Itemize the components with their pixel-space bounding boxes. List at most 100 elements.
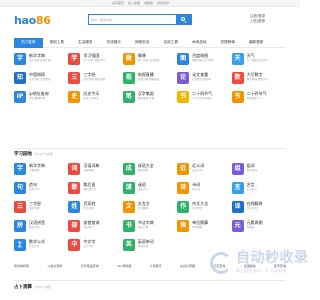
site-card[interactable]: 组组词 组词查询 (231, 160, 286, 179)
site-icon: 英 (122, 239, 135, 251)
site-card[interactable]: 书书法字典 书法字体 (122, 217, 177, 236)
tab-3[interactable]: 在线娱乐 (100, 38, 129, 48)
site-desc: 学习平台 在线学习 (83, 59, 105, 62)
site-card[interactable]: 言名言 名人名言 (231, 179, 286, 198)
site-icon: 近 (177, 163, 190, 175)
site-card[interactable]: 节二十四节气 中国传统 节气 (231, 88, 286, 107)
site-card[interactable]: 三三字经 国学经典 启蒙读物 (68, 69, 122, 88)
site-card[interactable]: 天天气 天气预报 实时天气 (231, 50, 286, 69)
tab-8[interactable]: 最新更新 (242, 38, 271, 48)
site-card[interactable]: 歇歇后语 歇后语大全 (68, 179, 122, 198)
site-card[interactable]: 部部首查询 部首检字 (68, 217, 122, 236)
site-icon: 部 (68, 220, 81, 232)
site-card[interactable]: 诗诗词 古诗词 (177, 179, 231, 198)
watermark-subtitle: 做上链接 来访一次 自动收录 (236, 268, 287, 273)
site-card[interactable]: 节二十四节气 节气大全 时间表 (177, 88, 231, 107)
text-link[interactable]: 火星文转换 (47, 264, 62, 268)
tab-7[interactable]: 热搜榜单 (214, 38, 243, 48)
top-link[interactable]: 设为首页 (112, 1, 124, 5)
top-link[interactable]: 电脑版 (144, 1, 153, 5)
site-card[interactable]: 知中国知网 学术文献 论文检索 (14, 69, 68, 88)
site-card[interactable]: 句造句 造句大全 (14, 179, 68, 198)
site-icon: 译 (231, 201, 244, 213)
site-icon: 拼 (14, 220, 26, 232)
tab-0[interactable]: 热门推荐 (14, 38, 43, 48)
site-desc: 古诗词 (192, 188, 200, 191)
text-link[interactable]: 大写数字 (150, 264, 162, 268)
site-card[interactable]: 英英语单词 单词查询 (122, 236, 177, 255)
top-link[interactable]: 加入收藏 (128, 1, 140, 5)
site-desc: 词语查询 (83, 169, 94, 172)
site-desc: 书法字体 (137, 226, 149, 229)
site-logo[interactable]: hao86 (14, 14, 51, 27)
site-card[interactable]: 词汉语词典 词语查询 (68, 160, 122, 179)
site-title: 新华字典 (29, 53, 45, 58)
site-card[interactable]: 文文言文 文言翻译 (122, 198, 177, 217)
site-title: 歇后语 (83, 182, 96, 187)
site-card[interactable]: 视电视直播 在线直播 电视频道 (122, 69, 177, 88)
site-card[interactable]: 史历史今天 历史上的今天 (68, 88, 122, 107)
site-icon: 微 (122, 53, 135, 65)
site-card[interactable]: ∑ 数学公式 公式大全 (14, 236, 68, 255)
site-title: 百家姓 (83, 201, 96, 206)
tab-1[interactable]: 常用工具 (43, 38, 72, 48)
text-link[interactable]: 繁简体转换 (14, 264, 29, 268)
site-title: 英语单词 (137, 239, 154, 244)
site-desc: 文言翻译 (137, 207, 149, 210)
site-card[interactable]: 论论文查重 论文检测 重复率 (177, 69, 231, 88)
site-card[interactable]: 图百度地图 地图导航 出行查询 (177, 50, 231, 69)
site-card[interactable]: 微微博 热门话题 实时热搜 (122, 50, 177, 69)
site-card[interactable]: 笔汉字笔画 笔画笔顺 查询 (122, 88, 177, 107)
text-link[interactable]: abc转换器 (117, 264, 131, 268)
site-desc: 近反义词 (192, 169, 203, 172)
site-card[interactable]: 成成语大全 成语查询 (122, 160, 177, 179)
site-desc: IP 归属地查询 (29, 97, 46, 100)
top-link[interactable]: 商务合作 (157, 1, 169, 5)
tools-title: 占卜测算 (14, 285, 32, 290)
site-desc: 汉字查询 在线字典 (29, 59, 51, 62)
tools-count: 共52个资源 (35, 285, 51, 289)
text-link[interactable]: 在线计算器 (180, 264, 195, 268)
site-icon: 诗 (177, 182, 190, 194)
site-card[interactable]: 拼汉语拼音 拼音查询 (14, 217, 68, 236)
tab-2[interactable]: 生活服务 (71, 38, 100, 48)
site-desc: 中英互译 (246, 207, 257, 210)
site-card[interactable]: IP ip地址查询 IP 归属地查询 (14, 88, 68, 107)
tab-6[interactable]: 休闲游戏 (185, 38, 214, 48)
site-card[interactable]: 谜谜语 谜语大全 (122, 179, 177, 198)
site-card[interactable]: 换单位换算 单位转换 (177, 217, 231, 236)
site-card[interactable]: 字新华字典 字典查询 (14, 160, 68, 179)
site-desc: 历史上的今天 (83, 97, 99, 100)
site-icon: 图 (177, 53, 190, 65)
search-button[interactable] (176, 14, 192, 25)
site-card[interactable]: 元元素周期 周期表 (231, 217, 286, 236)
site-title: 天气 (246, 53, 255, 58)
text-link[interactable]: 汉字笔画查询 (81, 264, 99, 268)
site-card[interactable]: 近近义词 近反义词 (177, 160, 231, 179)
submit-link[interactable]: 入驻/推荐 (250, 19, 265, 24)
tab-5[interactable]: 实用工具 (157, 38, 186, 48)
site-card[interactable]: 译在线翻译 中英互译 (231, 198, 286, 217)
site-card[interactable]: 三三字经 国学经典 (14, 198, 68, 217)
site-desc: 单位转换 (192, 226, 203, 229)
site-card[interactable]: 作作文大全 优秀作文 (177, 198, 231, 217)
site-desc: 优秀作文 (192, 207, 203, 210)
site-card[interactable]: 字新华字典 汉字查询 在线字典 (14, 50, 68, 69)
site-card[interactable]: 中中文字 汉字大全 (68, 236, 122, 255)
search-input[interactable]: 网址 / 搜索内容 (88, 14, 176, 25)
site-icon: 知 (14, 72, 26, 84)
site-icon: 谜 (122, 182, 135, 194)
site-title: 汉字笔画 (137, 91, 154, 96)
tab-4[interactable]: 网络安全 (128, 38, 157, 48)
header-user[interactable]: 注册/登录 入驻/推荐 (250, 14, 265, 24)
site-title: 电视直播 (137, 72, 154, 77)
site-icon: 文 (122, 201, 135, 213)
site-title: 中文字 (83, 239, 96, 244)
site-card[interactable]: 数大写数字 数字转换 金额大写 (231, 69, 286, 88)
site-card[interactable]: 学学习强国 学习平台 在线学习 (68, 50, 122, 69)
site-card[interactable]: 姓百家姓 姓氏查询 (68, 198, 122, 217)
study-count: 共127个资源 (35, 152, 53, 156)
site-title: ip地址查询 (29, 91, 49, 96)
site-desc: 姓氏查询 (83, 207, 94, 210)
site-desc: 数字转换 金额大写 (246, 78, 269, 81)
